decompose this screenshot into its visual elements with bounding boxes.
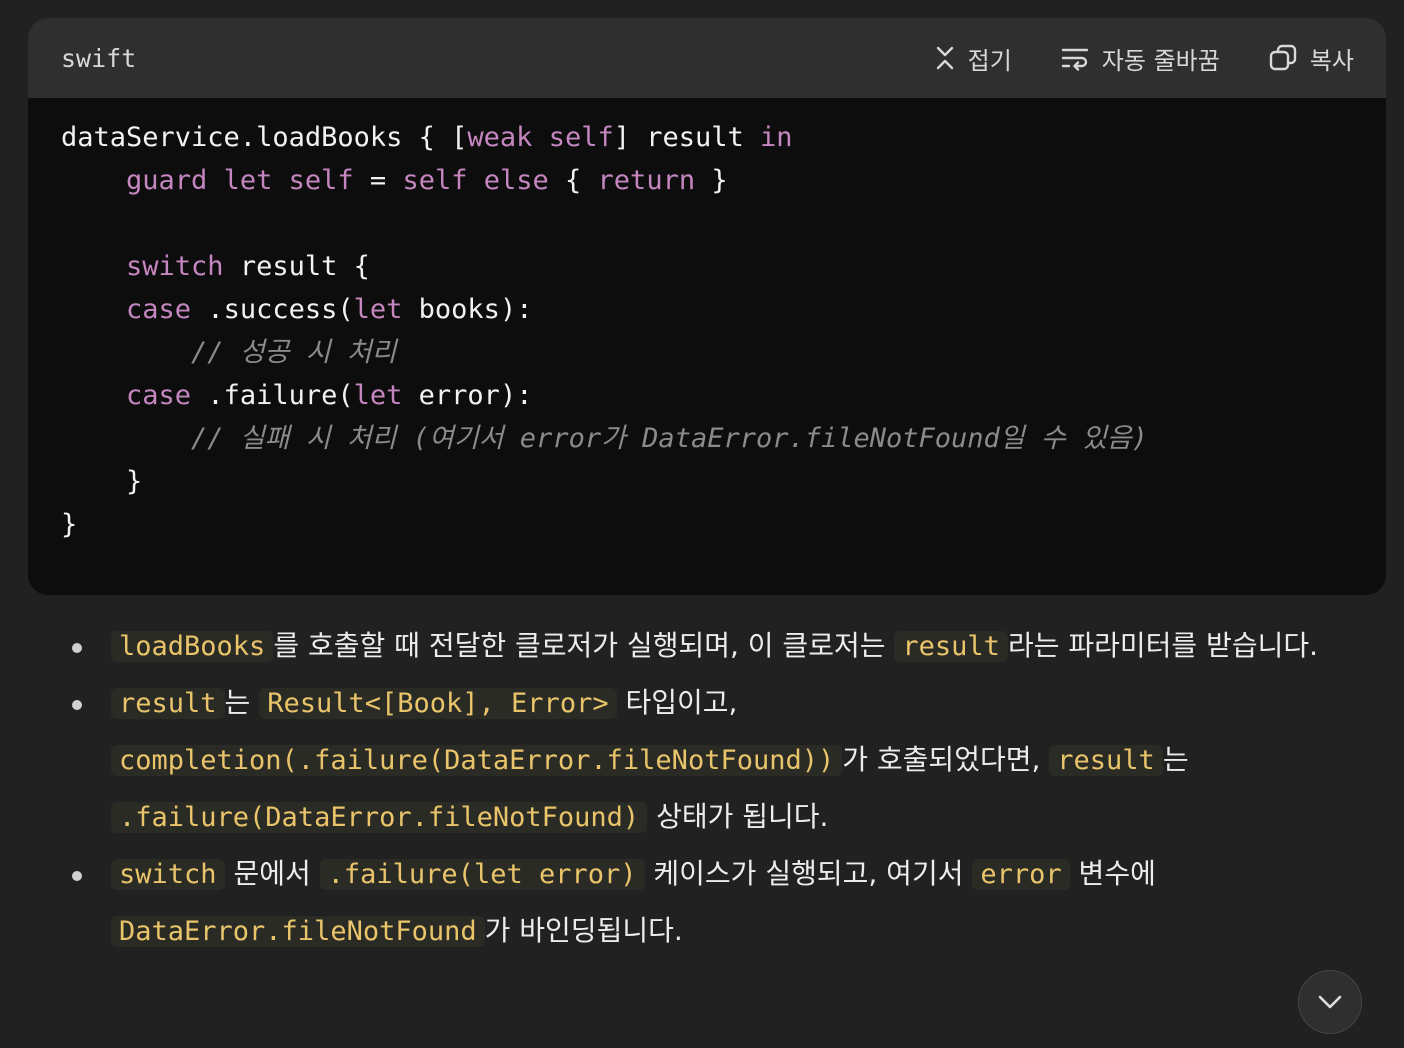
- list-item: switch 문에서 .failure(let error) 케이스가 실행되고…: [60, 846, 1360, 960]
- inline-code: .failure(let error): [319, 859, 645, 890]
- inline-code: result: [111, 688, 225, 719]
- inline-code: Result<[Book], Error>: [259, 688, 617, 719]
- code-actions: 접기 자동 줄바꿈 복사: [934, 41, 1354, 76]
- wrap-label: 자동 줄바꿈: [1101, 46, 1220, 75]
- inline-code: DataError.fileNotFound: [111, 916, 485, 947]
- collapse-icon: [936, 46, 953, 70]
- copy-icon: [1269, 44, 1297, 71]
- code-content: dataService.loadBooks { [weak self] resu…: [28, 98, 1386, 546]
- explanation-list: loadBooks 를 호출할 때 전달한 클로저가 실행되며, 이 클로저는 r…: [60, 618, 1360, 960]
- code-comment: // 실패 시 처리 (여기서 error가 DataError.fileNot…: [191, 423, 1148, 454]
- code-line: guard let self = self else { return }: [126, 165, 728, 196]
- code-line: case .success(let books):: [126, 294, 533, 325]
- collapse-label: 접기: [967, 46, 1012, 75]
- code-language-label: swift: [61, 43, 137, 73]
- code-line: switch result {: [126, 251, 370, 282]
- code-line: // 성공 시 처리: [61, 337, 397, 368]
- inline-code: .failure(DataError.fileNotFound): [111, 802, 648, 833]
- copy-label: 복사: [1309, 46, 1354, 75]
- inline-code: result: [894, 631, 1008, 662]
- code-comment: // 성공 시 처리: [191, 337, 397, 368]
- copy-button[interactable]: 복사: [1268, 41, 1354, 76]
- inline-code: completion(.failure(DataError.fileNotFou…: [111, 745, 843, 776]
- chevron-down-icon: [1318, 995, 1342, 1009]
- code-header: swift 접기 자동 줄바꿈 복사: [28, 18, 1386, 98]
- wrap-button[interactable]: 자동 줄바꿈: [1060, 41, 1220, 76]
- code-block: swift 접기 자동 줄바꿈 복사 dataService.loadBooks…: [28, 18, 1386, 595]
- code-line: dataService.loadBooks { [weak self] resu…: [61, 122, 793, 153]
- code-line: }: [126, 466, 143, 497]
- inline-code: error: [972, 859, 1070, 890]
- collapse-button[interactable]: 접기: [934, 41, 1012, 76]
- inline-code: result: [1049, 745, 1163, 776]
- code-line: case .failure(let error):: [126, 380, 533, 411]
- inline-code: switch: [111, 859, 225, 890]
- list-item: loadBooks 를 호출할 때 전달한 클로저가 실행되며, 이 클로저는 r…: [60, 618, 1360, 675]
- code-line: // 실패 시 처리 (여기서 error가 DataError.fileNot…: [61, 423, 1148, 454]
- scroll-to-bottom-button[interactable]: [1298, 970, 1362, 1034]
- list-item: result 는 Result<[Book], Error> 타입이고, comp…: [60, 675, 1360, 846]
- inline-code: loadBooks: [111, 631, 274, 662]
- wrap-icon: [1061, 48, 1088, 71]
- code-line: }: [61, 509, 78, 540]
